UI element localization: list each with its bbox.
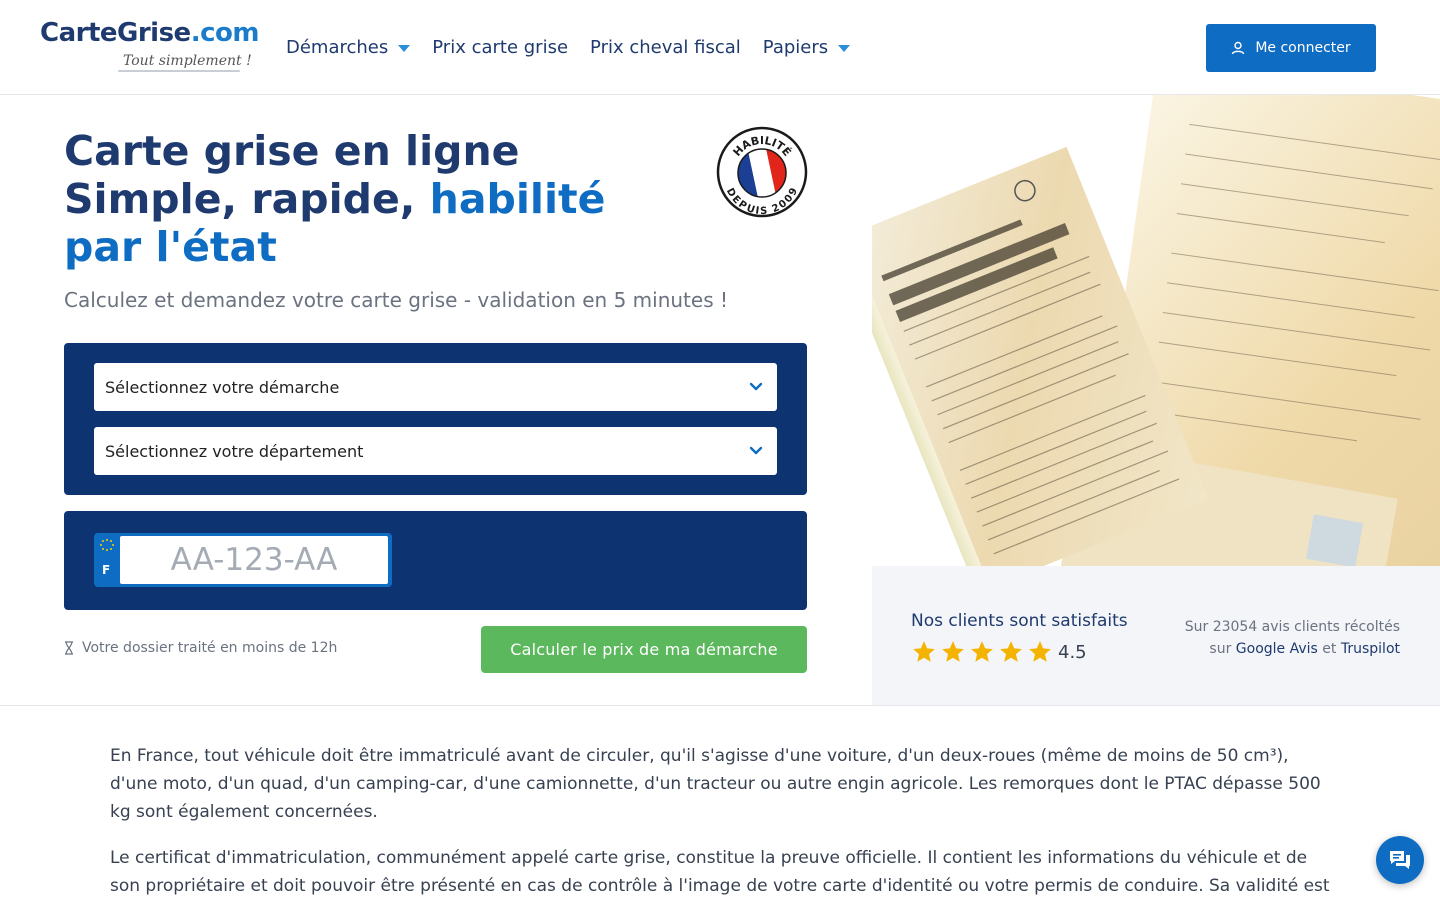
select-departement-value: Sélectionnez votre département: [105, 441, 364, 461]
intro-paragraph-2: Le certificat d'immatriculation, communé…: [110, 848, 1330, 896]
reviews-count: Sur 23054 avis clients récoltés sur Goog…: [1185, 616, 1400, 660]
login-button[interactable]: Me connecter: [1206, 24, 1376, 72]
nav-item-prix-carte-grise[interactable]: Prix carte grise: [432, 37, 568, 58]
star-icon: [971, 641, 993, 662]
select-departement[interactable]: Sélectionnez votre département: [94, 427, 777, 475]
reviews-et-text: et: [1322, 641, 1337, 657]
calculate-price-button[interactable]: Calculer le prix de ma démarche: [481, 626, 807, 673]
login-label: Me connecter: [1255, 40, 1351, 56]
carte-grise-photo: [872, 95, 1440, 566]
carte-grise-illustration: [872, 95, 1440, 566]
plate-form: F: [64, 511, 807, 610]
select-demarche[interactable]: Sélectionnez votre démarche: [94, 363, 777, 411]
logo-tagline: Tout simplement !: [123, 53, 252, 69]
nav-item-demarches[interactable]: Démarches: [286, 37, 411, 58]
reviews-title: Nos clients sont satisfaits: [911, 611, 1128, 631]
hero-section: Carte grise en ligne Simple, rapide, hab…: [0, 95, 872, 706]
chevron-down-icon: [749, 446, 763, 455]
google-reviews-link[interactable]: Google Avis: [1236, 641, 1318, 657]
license-plate: F: [94, 533, 392, 587]
star-icon: [1029, 641, 1051, 662]
rating-value: 4.5: [1058, 641, 1087, 663]
rating-stars: 4.5: [911, 639, 1087, 665]
star-icon: [1000, 641, 1022, 662]
logo-underline: [118, 70, 240, 72]
reviews-count-text: Sur 23054 avis clients récoltés: [1184, 619, 1400, 635]
hero-title-line1: Carte grise en ligne: [64, 127, 520, 175]
star-icon: [942, 641, 964, 662]
trustpilot-link[interactable]: Truspilot: [1341, 641, 1400, 657]
hero-subtitle: Calculez et demandez votre carte grise -…: [64, 288, 728, 312]
main-nav: Démarches Prix carte grise Prix cheval f…: [286, 34, 872, 60]
processing-text: Votre dossier traité en moins de 12h: [82, 640, 338, 656]
plate-number-input[interactable]: [120, 536, 388, 584]
select-demarche-value: Sélectionnez votre démarche: [105, 377, 340, 397]
caret-down-icon: [398, 44, 411, 52]
chat-bubble-icon: [1390, 851, 1410, 869]
star-icon: [913, 641, 935, 662]
user-icon: [1232, 41, 1245, 55]
habilite-badge: HABILITÉ DEPUIS 2009: [716, 126, 808, 218]
hero-title-line2: Simple, rapide,: [64, 175, 430, 223]
site-header: CarteGrise.com Tout simplement ! Démarch…: [0, 0, 1440, 95]
hero-title: Carte grise en ligne Simple, rapide, hab…: [64, 127, 644, 271]
nav-item-prix-cheval-fiscal[interactable]: Prix cheval fiscal: [590, 37, 741, 58]
eu-stars-icon: [100, 539, 114, 551]
reviews-sources: sur Google Avis et Truspilot: [1185, 638, 1400, 660]
chat-button[interactable]: [1376, 836, 1424, 884]
intro-paragraph-1: En France, tout véhicule doit être immat…: [110, 746, 1321, 822]
site-logo[interactable]: CarteGrise.com Tout simplement !: [40, 18, 259, 78]
reviews-panel: Nos clients sont satisfaits 4.5 Sur 2305…: [872, 566, 1440, 706]
caret-down-icon: [838, 44, 851, 52]
chevron-down-icon: [749, 382, 763, 391]
plate-country-code: F: [102, 563, 111, 577]
hourglass-icon: [65, 641, 73, 655]
nav-item-papiers[interactable]: Papiers: [763, 37, 851, 58]
intro-content: En France, tout véhicule doit être immat…: [110, 742, 1335, 900]
reviews-sur-text: sur: [1209, 641, 1232, 657]
logo-wordmark: CarteGrise.com: [40, 18, 259, 48]
processing-info: Votre dossier traité en moins de 12h: [64, 640, 337, 656]
section-divider: [0, 705, 1440, 706]
demarche-form: Sélectionnez votre démarche Sélectionnez…: [64, 343, 807, 495]
